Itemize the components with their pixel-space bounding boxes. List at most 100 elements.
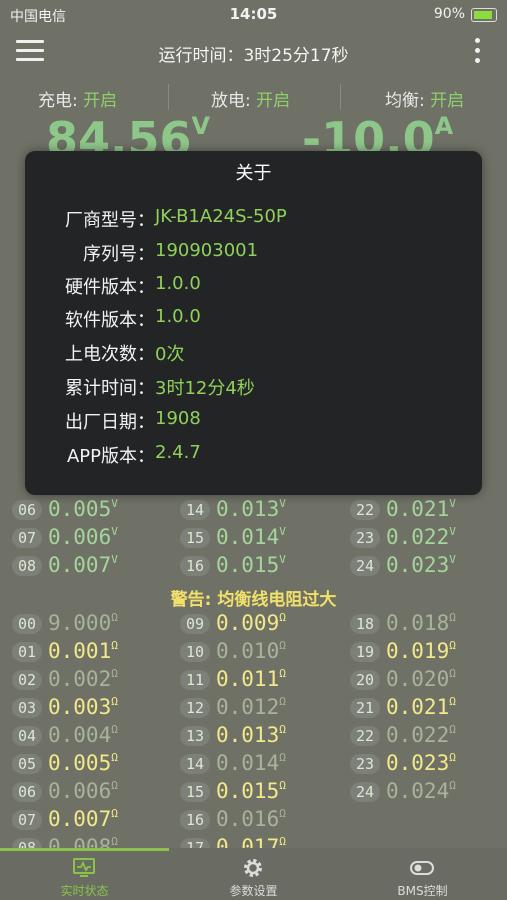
tab-realtime[interactable]: 实时状态 — [0, 848, 169, 900]
cell-number: 23 — [350, 754, 380, 774]
about-key: 硬件版本： — [65, 277, 155, 298]
cell-number: 15 — [180, 528, 210, 548]
about-key: 累计时间： — [65, 378, 155, 399]
cell-number: 20 — [350, 670, 380, 690]
cell-number: 02 — [12, 670, 42, 690]
cell-number: 12 — [180, 698, 210, 718]
cell-value: 0.019Ω — [386, 639, 456, 663]
cell-number: 16 — [180, 556, 210, 576]
cell-number: 13 — [180, 726, 210, 746]
cell-value: 0.001Ω — [48, 639, 118, 663]
cell-number: 07 — [12, 810, 42, 830]
cell-number: 06 — [12, 500, 42, 520]
cell-number: 04 — [12, 726, 42, 746]
about-value: 2.4.7 — [155, 442, 201, 463]
warning-text: 警告: 均衡线电阻过大 — [170, 590, 337, 610]
cell-number: 24 — [350, 556, 380, 576]
cell-value: 0.011Ω — [216, 667, 286, 691]
charge-status: 充电: 开启 — [38, 91, 118, 111]
about-key: 上电次数： — [65, 344, 155, 365]
cell-number: 14 — [180, 500, 210, 520]
battery-percent: 90% — [433, 6, 465, 22]
cell-number: 22 — [350, 500, 380, 520]
cell-number: 09 — [180, 614, 210, 634]
battery-icon — [471, 8, 497, 22]
cell-value: 0.007Ω — [48, 807, 118, 831]
about-value: 0次 — [155, 344, 185, 365]
cell-value: 0.014Ω — [216, 751, 286, 775]
cell-number: 05 — [12, 754, 42, 774]
tab-settings[interactable]: 参数设置 — [169, 848, 338, 900]
tab-bar: 实时状态 参数设置 BMS控制 — [0, 848, 507, 900]
cell-value: 0.013V — [216, 497, 286, 521]
cell-value: 0.015Ω — [216, 779, 286, 803]
cell-number: 22 — [350, 726, 380, 746]
switch-status-row: 充电: 开启 放电: 开启 均衡: 开启 — [0, 82, 507, 112]
about-key: 厂商型号： — [65, 210, 155, 231]
gear-icon — [244, 859, 262, 877]
cell-value: 0.023V — [386, 553, 456, 577]
cell-number: 21 — [350, 698, 380, 718]
cell-value: 0.004Ω — [48, 723, 118, 747]
cell-number: 08 — [12, 556, 42, 576]
about-value: JK-B1A24S-50P — [155, 206, 287, 227]
about-key: 软件版本： — [65, 310, 155, 331]
about-value: 3时12分4秒 — [155, 378, 255, 399]
cell-value: 0.013Ω — [216, 723, 286, 747]
monitor-icon — [73, 858, 95, 877]
cell-number: 10 — [180, 642, 210, 662]
cell-value: 0.012Ω — [216, 695, 286, 719]
cell-number: 18 — [350, 614, 380, 634]
about-value: 1908 — [155, 408, 201, 429]
cell-value: 0.021V — [386, 497, 456, 521]
cell-number: 11 — [180, 670, 210, 690]
cell-value: 0.015V — [216, 553, 286, 577]
about-key: 出厂日期： — [65, 412, 155, 433]
cell-value: 0.006V — [48, 525, 118, 549]
about-value: 1.0.0 — [155, 273, 201, 294]
cell-value: 0.002Ω — [48, 667, 118, 691]
about-value: 1.0.0 — [155, 306, 201, 327]
cell-value: 0.021Ω — [386, 695, 456, 719]
cell-number: 01 — [12, 642, 42, 662]
cell-number: 14 — [180, 754, 210, 774]
app-header: 运行时间：3时25分17秒 — [0, 30, 507, 74]
cell-value: 9.000Ω — [48, 611, 118, 635]
cell-value: 0.010Ω — [216, 639, 286, 663]
discharge-status: 放电: 开启 — [211, 91, 291, 111]
cell-number: 19 — [350, 642, 380, 662]
toggle-icon — [410, 861, 434, 875]
cell-value: 0.022V — [386, 525, 456, 549]
cell-value: 0.003Ω — [48, 695, 118, 719]
cell-value: 0.024Ω — [386, 779, 456, 803]
cell-value: 0.016Ω — [216, 807, 286, 831]
cell-value: 0.023Ω — [386, 751, 456, 775]
clock: 14:05 — [229, 5, 278, 23]
cell-value: 0.007V — [48, 553, 118, 577]
cell-value: 0.020Ω — [386, 667, 456, 691]
about-key: 序列号： — [83, 244, 155, 265]
cell-number: 24 — [350, 782, 380, 802]
cell-number: 00 — [12, 614, 42, 634]
dialog-title: 关于 — [235, 163, 272, 184]
cell-value: 0.005Ω — [48, 751, 118, 775]
cell-value: 0.014V — [216, 525, 286, 549]
cell-value: 0.022Ω — [386, 723, 456, 747]
cell-number: 16 — [180, 810, 210, 830]
status-bar: 中国电信 14:05 90% — [0, 0, 507, 30]
cell-value: 0.009Ω — [216, 611, 286, 635]
about-dialog[interactable]: 关于 厂商型号： JK-B1A24S-50P 序列号： 190903001 硬件… — [25, 151, 482, 495]
divider — [340, 84, 341, 110]
cell-value: 0.018Ω — [386, 611, 456, 635]
tab-bms-control[interactable]: BMS控制 — [338, 848, 507, 900]
runtime-label: 运行时间：3时25分17秒 — [158, 46, 349, 66]
cell-value: 0.005V — [48, 497, 118, 521]
divider — [168, 84, 169, 110]
about-value: 190903001 — [155, 240, 259, 261]
more-icon[interactable] — [475, 38, 481, 68]
cell-number: 06 — [12, 782, 42, 802]
balance-status: 均衡: 开启 — [385, 91, 465, 111]
cell-number: 03 — [12, 698, 42, 718]
cell-number: 15 — [180, 782, 210, 802]
cell-value: 0.006Ω — [48, 779, 118, 803]
